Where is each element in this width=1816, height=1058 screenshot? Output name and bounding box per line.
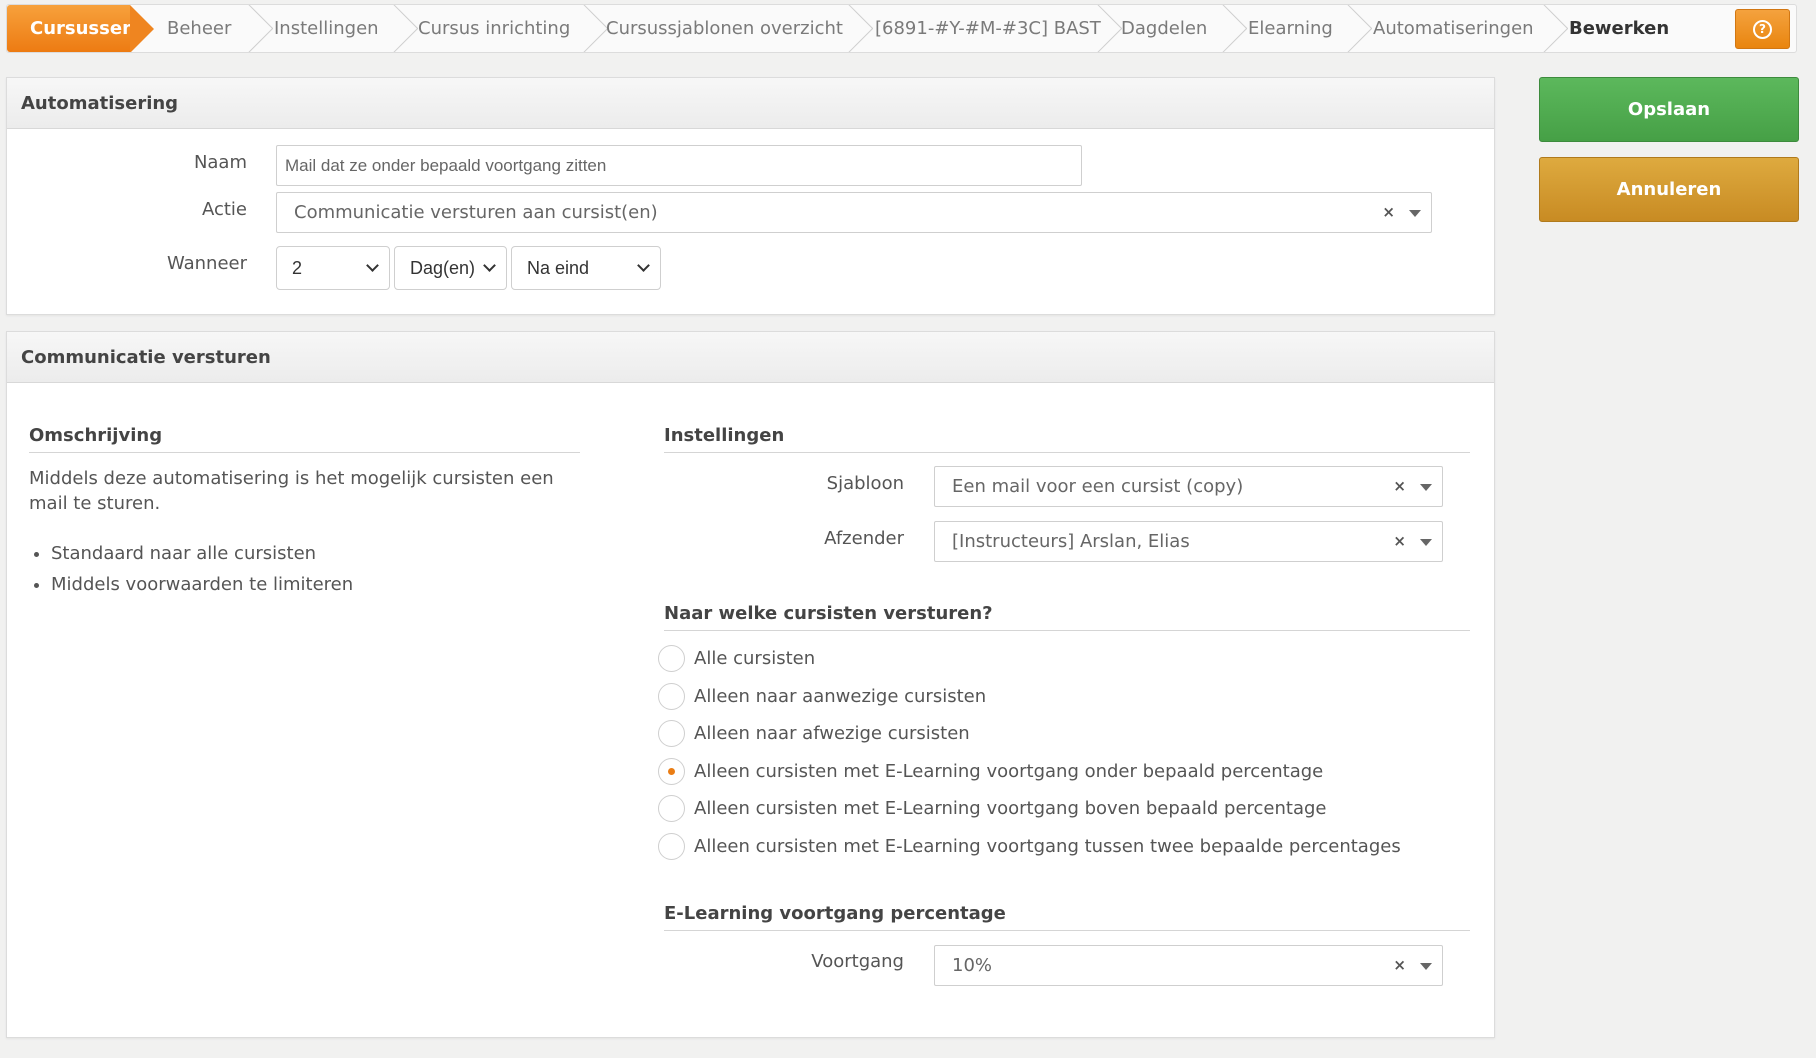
- radio-button[interactable]: [658, 645, 685, 672]
- afzender-label: Afzender: [824, 528, 904, 549]
- breadcrumb-separator: [1342, 5, 1372, 52]
- wanneer-moment-select[interactable]: Na eind: [511, 246, 661, 290]
- radio-label: Alleen naar afwezige cursisten: [694, 723, 970, 744]
- breadcrumb-item-cursus-inrichting[interactable]: Cursus inrichting: [418, 5, 570, 52]
- wanneer-moment-value: Na eind: [527, 258, 590, 278]
- panel-title: Communicatie versturen: [7, 332, 1494, 383]
- breadcrumb-item-instellingen[interactable]: Instellingen: [274, 5, 379, 52]
- breadcrumb-item-automatiseringen[interactable]: Automatiseringen: [1373, 5, 1534, 52]
- instellingen-title: Instellingen: [664, 425, 1470, 453]
- caret-down-icon: [1409, 210, 1421, 217]
- radio-button[interactable]: [658, 833, 685, 860]
- wanneer-number-value: 2: [292, 258, 303, 278]
- breadcrumb-item-elearning[interactable]: Elearning: [1248, 5, 1333, 52]
- voortgang-select[interactable]: 10% ×: [934, 945, 1443, 986]
- chevron-down-icon: [366, 259, 379, 272]
- afzender-select[interactable]: [Instructeurs] Arslan, Elias ×: [934, 521, 1443, 562]
- wanneer-unit-value: Dag(en): [410, 258, 476, 278]
- caret-down-icon: [1420, 539, 1432, 546]
- breadcrumb: Cursussen Beheer Instellingen Cursus inr…: [6, 4, 1797, 53]
- wanneer-number-select[interactable]: 2: [276, 246, 390, 290]
- help-button[interactable]: ?: [1735, 9, 1790, 49]
- question-circle-icon: ?: [1753, 20, 1772, 39]
- radio-label: Alleen cursisten met E-Learning voortgan…: [694, 761, 1324, 782]
- list-item: Middels voorwaarden te limiteren: [51, 569, 353, 600]
- radio-label: Alleen naar aanwezige cursisten: [694, 686, 987, 707]
- chevron-down-icon: [483, 259, 496, 272]
- sjabloon-select[interactable]: Een mail voor een cursist (copy) ×: [934, 466, 1443, 507]
- recipients-title: Naar welke cursisten versturen?: [664, 603, 1470, 631]
- save-button[interactable]: Opslaan: [1539, 77, 1799, 142]
- sjabloon-label: Sjabloon: [826, 473, 904, 494]
- caret-down-icon: [1420, 963, 1432, 970]
- cancel-button[interactable]: Annuleren: [1539, 157, 1799, 222]
- radio-button[interactable]: [658, 795, 685, 822]
- breadcrumb-separator: [578, 5, 608, 52]
- breadcrumb-separator: [243, 5, 273, 52]
- breadcrumb-separator: [388, 5, 418, 52]
- radio-button[interactable]: [658, 720, 685, 747]
- omschrijving-bullets: Standaard naar alle cursisten Middels vo…: [29, 538, 353, 600]
- actie-select[interactable]: Communicatie versturen aan cursist(en) ×: [276, 192, 1432, 233]
- chevron-down-icon: [637, 259, 650, 272]
- caret-down-icon: [1420, 484, 1432, 491]
- clear-icon[interactable]: ×: [1393, 946, 1406, 985]
- voortgang-select-value: 10%: [952, 955, 993, 976]
- radio-button-selected[interactable]: [658, 758, 685, 785]
- omschrijving-title: Omschrijving: [29, 425, 580, 453]
- radio-label: Alleen cursisten met E-Learning voortgan…: [694, 798, 1327, 819]
- actie-label: Actie: [201, 199, 247, 220]
- afzender-select-value: [Instructeurs] Arslan, Elias: [952, 531, 1190, 552]
- breadcrumb-item-bewerken: Bewerken: [1569, 18, 1670, 39]
- wanneer-unit-select[interactable]: Dag(en): [394, 246, 507, 290]
- breadcrumb-separator: [1092, 5, 1122, 52]
- clear-icon[interactable]: ×: [1382, 193, 1395, 232]
- breadcrumb-separator: [1217, 5, 1247, 52]
- radio-button[interactable]: [658, 683, 685, 710]
- clear-icon[interactable]: ×: [1393, 522, 1406, 561]
- voortgang-label: Voortgang: [811, 951, 904, 972]
- panel-title: Automatisering: [7, 78, 1494, 129]
- radio-label: Alle cursisten: [694, 648, 816, 669]
- naam-label: Naam: [193, 152, 247, 173]
- breadcrumb-item-dagdelen[interactable]: Dagdelen: [1121, 5, 1207, 52]
- wanneer-label: Wanneer: [166, 253, 247, 274]
- list-item: Standaard naar alle cursisten: [51, 538, 353, 569]
- clear-icon[interactable]: ×: [1393, 467, 1406, 506]
- naam-input[interactable]: Mail dat ze onder bepaald voortgang zitt…: [276, 145, 1082, 186]
- breadcrumb-item-cursussen[interactable]: Cursussen: [7, 5, 154, 52]
- breadcrumb-separator: [1538, 5, 1568, 52]
- actie-select-value: Communicatie versturen aan cursist(en): [294, 202, 658, 223]
- breadcrumb-item-cursussjablonen-overzicht[interactable]: Cursussjablonen overzicht: [606, 5, 843, 52]
- breadcrumb-item-bast[interactable]: [6891-#Y-#M-#3C] BAST: [875, 5, 1101, 52]
- percentage-title: E-Learning voortgang percentage: [664, 903, 1470, 931]
- radio-label: Alleen cursisten met E-Learning voortgan…: [694, 836, 1401, 857]
- sjabloon-select-value: Een mail voor een cursist (copy): [952, 476, 1244, 497]
- omschrijving-text: Middels deze automatisering is het mogel…: [29, 468, 554, 514]
- breadcrumb-item-beheer[interactable]: Beheer: [167, 5, 231, 52]
- breadcrumb-separator: [843, 5, 873, 52]
